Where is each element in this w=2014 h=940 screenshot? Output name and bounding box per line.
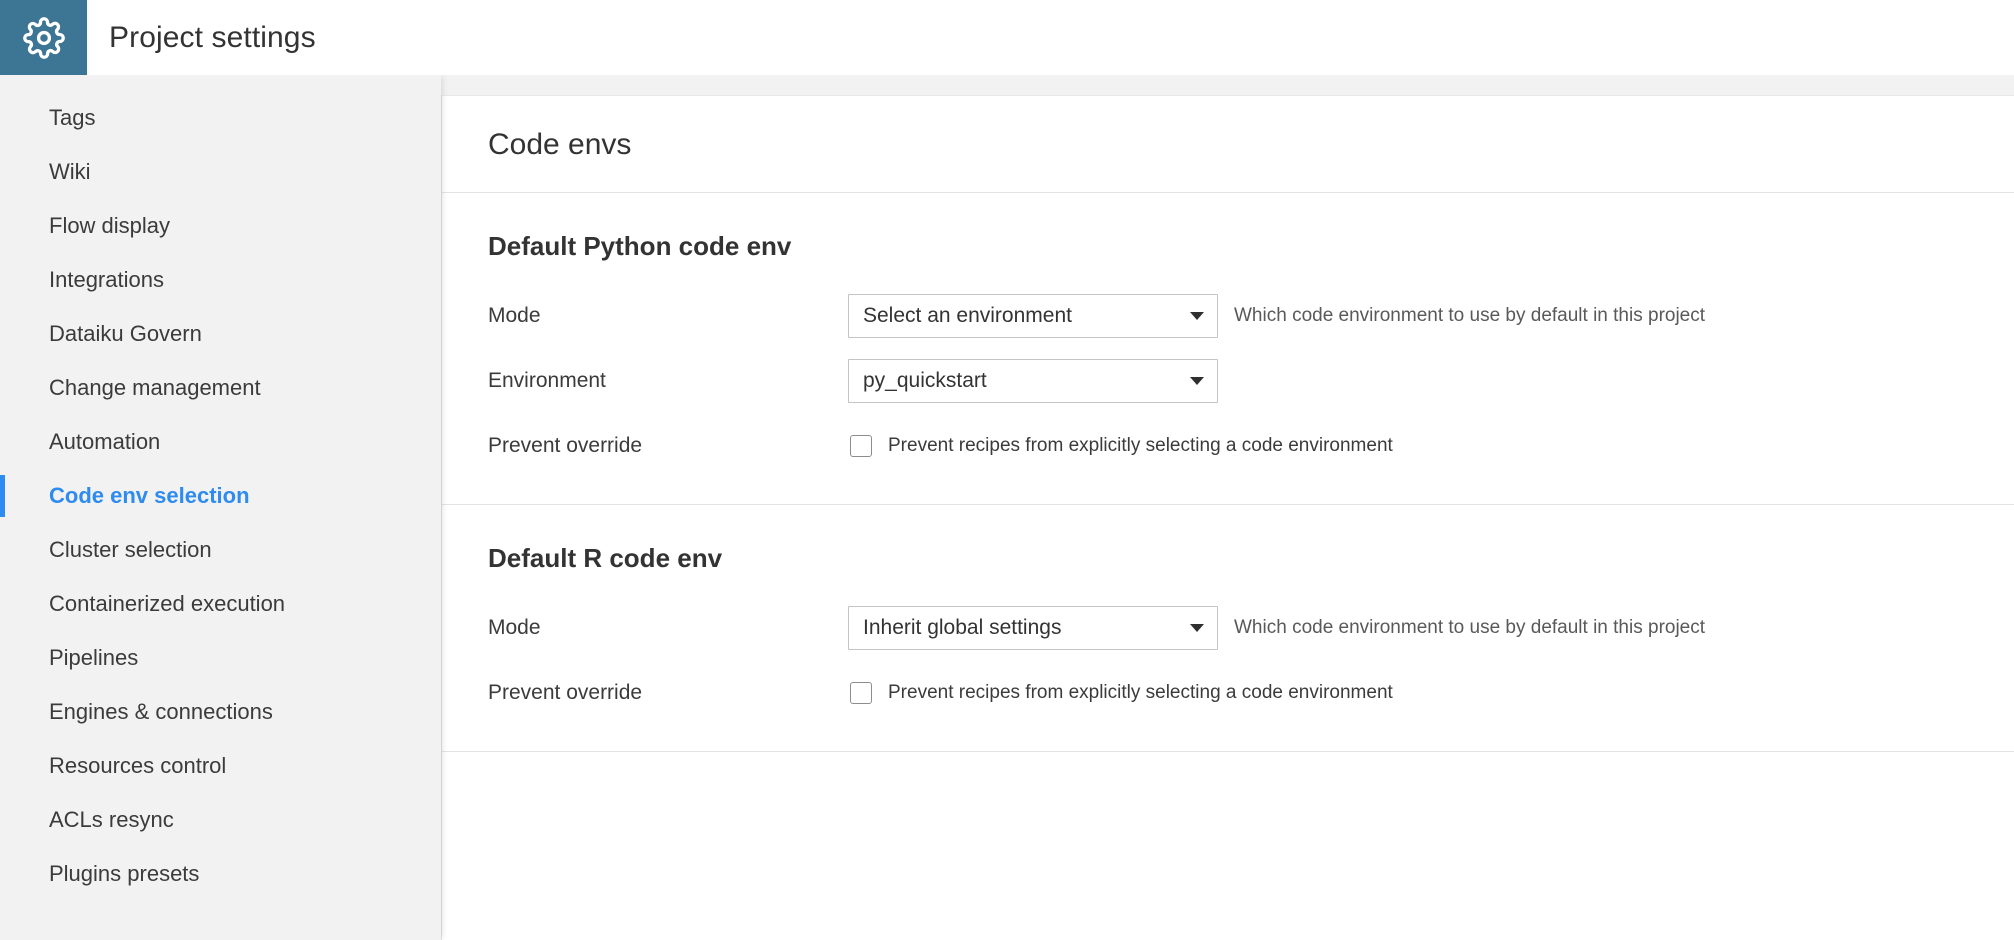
sidebar-item-code-env-selection[interactable]: Code env selection: [0, 469, 441, 523]
body-container: Tags Wiki Flow display Integrations Data…: [0, 75, 2014, 940]
sidebar-item-label: Cluster selection: [49, 537, 212, 562]
r-mode-hint: Which code environment to use by default…: [1234, 617, 1706, 638]
python-environment-select[interactable]: py_quickstart: [848, 359, 1218, 403]
sidebar-item-acls-resync[interactable]: ACLs resync: [0, 793, 441, 847]
app-header: Project settings: [0, 0, 2014, 75]
r-prevent-override-row: Prevent override Prevent recipes from ex…: [488, 669, 2014, 717]
sidebar-item-label: Integrations: [49, 267, 164, 292]
sidebar-item-resources-control[interactable]: Resources control: [0, 739, 441, 793]
python-prevent-override-control: Prevent recipes from explicitly selectin…: [848, 435, 1393, 457]
python-mode-select[interactable]: Select an environment: [848, 294, 1218, 338]
python-prevent-override-checkbox[interactable]: [850, 435, 872, 457]
chevron-down-icon: [1190, 312, 1204, 320]
sidebar-item-tags[interactable]: Tags: [0, 91, 441, 145]
main-content: Code envs Default Python code env Mode S…: [441, 75, 2014, 940]
python-environment-label: Environment: [488, 369, 606, 392]
r-prevent-override-checkbox[interactable]: [850, 682, 872, 704]
python-environment-row: Environment py_quickstart: [488, 357, 2014, 405]
sidebar-item-label: Code env selection: [49, 483, 250, 508]
project-settings-gear-button[interactable]: [0, 0, 87, 75]
python-environment-value: py_quickstart: [863, 369, 987, 392]
sidebar-item-pipelines[interactable]: Pipelines: [0, 631, 441, 685]
section-heading-python: Default Python code env: [488, 231, 792, 261]
sidebar-item-automation[interactable]: Automation: [0, 415, 441, 469]
sidebar-item-flow-display[interactable]: Flow display: [0, 199, 441, 253]
chevron-down-icon: [1190, 624, 1204, 632]
sidebar-item-cluster-selection[interactable]: Cluster selection: [0, 523, 441, 577]
default-r-code-env-section: Default R code env Mode Inherit global s…: [442, 505, 2014, 752]
r-mode-label: Mode: [488, 616, 541, 639]
sidebar-item-integrations[interactable]: Integrations: [0, 253, 441, 307]
sidebar-item-plugins-presets[interactable]: Plugins presets: [0, 847, 441, 901]
python-mode-value: Select an environment: [863, 304, 1072, 327]
python-mode-hint: Which code environment to use by default…: [1234, 305, 1706, 326]
sidebar-item-label: Resources control: [49, 753, 227, 778]
python-mode-row: Mode Select an environment Which code en…: [488, 292, 2014, 340]
sidebar-item-label: Plugins presets: [49, 861, 200, 886]
settings-sidebar: Tags Wiki Flow display Integrations Data…: [0, 75, 441, 940]
python-prevent-override-row: Prevent override Prevent recipes from ex…: [488, 422, 2014, 470]
default-python-code-env-section: Default Python code env Mode Select an e…: [442, 193, 2014, 505]
sidebar-item-engines-connections[interactable]: Engines & connections: [0, 685, 441, 739]
r-mode-value: Inherit global settings: [863, 616, 1062, 639]
python-mode-label: Mode: [488, 304, 541, 327]
sidebar-item-label: Engines & connections: [49, 699, 273, 724]
r-prevent-override-label: Prevent override: [488, 681, 643, 704]
gear-icon: [22, 16, 65, 59]
r-mode-row: Mode Inherit global settings Which code …: [488, 604, 2014, 652]
sidebar-item-label: ACLs resync: [49, 807, 174, 832]
card-header: Code envs: [442, 96, 2014, 193]
python-prevent-override-checkbox-label: Prevent recipes from explicitly selectin…: [888, 435, 1393, 456]
page-title: Project settings: [109, 20, 316, 54]
sidebar-item-label: Tags: [49, 105, 96, 130]
sidebar-item-label: Containerized execution: [49, 591, 286, 616]
sidebar-item-label: Wiki: [49, 159, 91, 184]
sidebar-item-containerized-execution[interactable]: Containerized execution: [0, 577, 441, 631]
sidebar-item-dataiku-govern[interactable]: Dataiku Govern: [0, 307, 441, 361]
code-envs-card: Code envs Default Python code env Mode S…: [441, 95, 2014, 940]
section-heading-r: Default R code env: [488, 543, 723, 573]
sidebar-item-label: Dataiku Govern: [49, 321, 202, 346]
r-prevent-override-checkbox-label: Prevent recipes from explicitly selectin…: [888, 682, 1393, 703]
sidebar-item-wiki[interactable]: Wiki: [0, 145, 441, 199]
sidebar-item-label: Pipelines: [49, 645, 139, 670]
sidebar-item-label: Change management: [49, 375, 261, 400]
r-mode-select[interactable]: Inherit global settings: [848, 606, 1218, 650]
sidebar-item-label: Automation: [49, 429, 161, 454]
chevron-down-icon: [1190, 377, 1204, 385]
sidebar-item-change-management[interactable]: Change management: [0, 361, 441, 415]
python-prevent-override-label: Prevent override: [488, 434, 643, 457]
sidebar-item-label: Flow display: [49, 213, 171, 238]
r-prevent-override-control: Prevent recipes from explicitly selectin…: [848, 682, 1393, 704]
card-title: Code envs: [488, 128, 632, 161]
